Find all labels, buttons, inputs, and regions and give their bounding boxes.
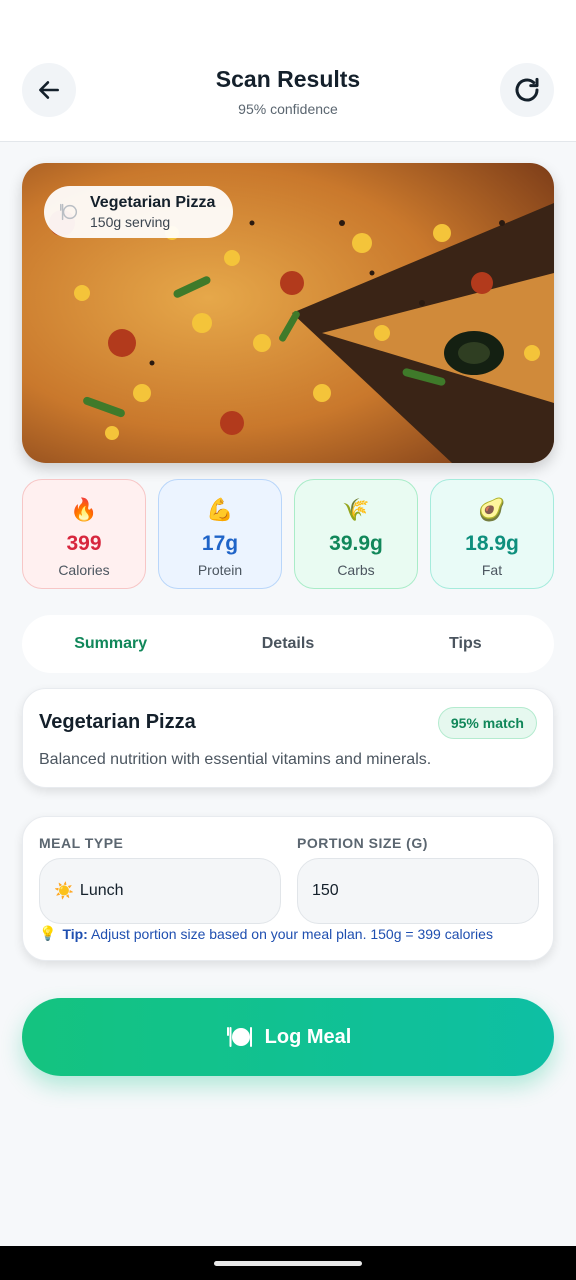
portion-tip: 💡 Tip: Adjust portion size based on your… <box>39 925 493 942</box>
system-nav-bar <box>0 1246 576 1280</box>
title-block: Scan Results 95% confidence <box>0 66 576 117</box>
header: Scan Results 95% confidence <box>0 0 576 142</box>
log-meal-label: Log Meal <box>264 1025 352 1048</box>
protein-card: 💪 17g Protein <box>158 479 282 589</box>
results-tabs: Summary Details Tips <box>22 615 554 673</box>
meal-type-value: Lunch <box>79 882 124 899</box>
fat-value: 18.9g <box>465 532 519 555</box>
calories-label: Calories <box>58 562 110 578</box>
meal-type-label: MEAL TYPE <box>39 835 124 851</box>
page-title: Scan Results <box>215 66 361 92</box>
fat-card: 🥑 18.9g Fat <box>430 479 554 589</box>
portion-size-input[interactable]: 150 <box>297 858 539 924</box>
plate-cutlery-icon <box>226 1027 252 1047</box>
confidence-text: 95% confidence <box>238 101 338 117</box>
summary-food-name: Vegetarian Pizza <box>39 711 196 733</box>
tab-summary[interactable]: Summary <box>22 615 199 673</box>
calories-value: 399 <box>66 532 102 555</box>
tab-tips[interactable]: Tips <box>377 615 554 673</box>
flexed-bicep-icon: 💪 <box>206 497 234 522</box>
carbs-label: Carbs <box>337 562 375 578</box>
fat-label: Fat <box>481 562 503 578</box>
food-label-chip: Vegetarian Pizza 150g serving <box>44 186 234 238</box>
tab-details[interactable]: Details <box>199 615 376 673</box>
summary-card: Vegetarian Pizza 95% match Balanced nutr… <box>22 688 554 788</box>
match-badge: 95% match <box>437 707 537 739</box>
tip-text: Adjust portion size based on your meal p… <box>90 925 493 942</box>
avocado-icon: 🥑 <box>478 497 506 522</box>
portion-size-value: 150 <box>312 882 339 899</box>
tip-label: Tip: <box>62 925 88 942</box>
food-name: Vegetarian Pizza <box>90 193 216 211</box>
home-indicator[interactable] <box>214 1261 362 1266</box>
food-photo: Vegetarian Pizza 150g serving <box>22 163 554 463</box>
refresh-button[interactable] <box>500 63 554 117</box>
lightbulb-icon: 💡 <box>39 925 57 941</box>
protein-value: 17g <box>201 532 239 555</box>
sun-icon: ☀️ <box>54 883 74 900</box>
portion-size-label: PORTION SIZE (G) <box>297 835 428 851</box>
calories-card: 🔥 399 Calories <box>22 479 146 589</box>
wheat-icon: 🌾 <box>342 497 370 522</box>
fire-icon: 🔥 <box>70 497 98 522</box>
plate-cutlery-icon <box>58 201 80 223</box>
meal-settings-card: MEAL TYPE PORTION SIZE (G) ☀️ Lunch 150 … <box>22 816 554 961</box>
serving-size: 150g serving <box>90 214 171 231</box>
summary-description: Balanced nutrition with essential vitami… <box>39 751 432 768</box>
refresh-icon <box>515 77 539 102</box>
meal-type-select[interactable]: ☀️ Lunch <box>39 858 281 924</box>
carbs-value: 39.9g <box>329 532 383 555</box>
protein-label: Protein <box>197 562 243 578</box>
log-meal-button[interactable]: Log Meal <box>22 998 554 1076</box>
carbs-card: 🌾 39.9g Carbs <box>294 479 418 589</box>
